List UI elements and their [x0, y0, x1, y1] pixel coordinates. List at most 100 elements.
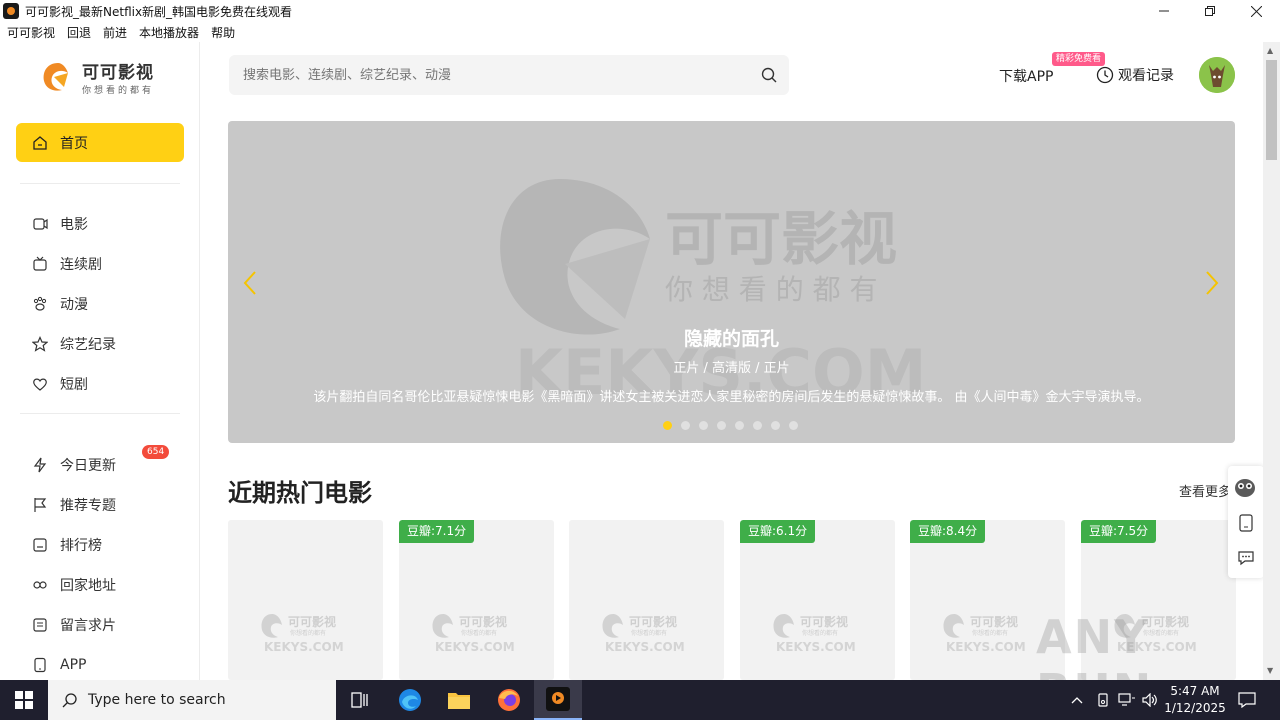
poster-placeholder: 可可影视你想看的都有 KEKYS.COM: [602, 614, 685, 654]
tray-volume-icon[interactable]: [1142, 680, 1158, 720]
banner-next-button[interactable]: [1204, 269, 1220, 304]
svg-text:可可影视: 可可影视: [288, 614, 336, 629]
explorer-taskbar-button[interactable]: [435, 680, 483, 720]
sidebar-item-label: 排行榜: [60, 538, 102, 554]
view-more-link[interactable]: 查看更多: [1179, 481, 1231, 500]
search-input[interactable]: [243, 65, 743, 85]
svg-text:KEKYS.COM: KEKYS.COM: [435, 640, 515, 654]
chat-icon[interactable]: [1237, 550, 1255, 566]
menu-item-local-player[interactable]: 本地播放器: [139, 24, 199, 41]
menu-item-help[interactable]: 帮助: [211, 24, 235, 41]
menu-item-forward[interactable]: 前进: [103, 24, 127, 41]
search-bar: [229, 55, 789, 95]
logo[interactable]: 可可影视 你想看的都有: [40, 58, 154, 96]
svg-text:你想看的都有: 你想看的都有: [461, 629, 497, 637]
tray-device-icon[interactable]: [1096, 680, 1110, 720]
task-view-button[interactable]: [336, 680, 384, 720]
banner-dot[interactable]: [663, 421, 672, 430]
tray-network-icon[interactable]: [1118, 680, 1136, 720]
sidebar-item-ranking[interactable]: 排行榜: [32, 534, 102, 556]
sidebar-item-topics[interactable]: 推荐专题: [32, 494, 116, 516]
sidebar-item-label: 连续剧: [60, 257, 102, 273]
logo-icon: [43, 63, 68, 91]
svg-text:你想看的都有: 你想看的都有: [802, 629, 838, 637]
sidebar-item-label: APP: [60, 657, 87, 673]
mascot-icon[interactable]: [1231, 474, 1259, 500]
divider: [20, 183, 180, 184]
sidebar-item-short-drama[interactable]: 短剧: [32, 373, 88, 395]
watch-history-link[interactable]: 观看记录: [1096, 65, 1174, 85]
scrollbar-thumb[interactable]: [1266, 60, 1277, 160]
taskbar-clock[interactable]: 5:47 AM 1/12/2025: [1162, 683, 1228, 717]
divider: [20, 413, 180, 414]
poster-placeholder: 可可影视你想看的都有 KEKYS.COM: [943, 614, 1026, 654]
banner-dot[interactable]: [735, 421, 744, 430]
close-button[interactable]: [1233, 0, 1279, 22]
hero-banner[interactable]: 可可影视 你 想 看 的 都 有 KEKYS.COM 隐藏的面孔 正片 / 高清…: [228, 121, 1235, 443]
start-button[interactable]: [0, 680, 48, 720]
banner-dot[interactable]: [789, 421, 798, 430]
banner-dot[interactable]: [771, 421, 780, 430]
sidebar-item-app[interactable]: APP: [32, 654, 86, 676]
edge-icon: [399, 689, 421, 711]
logo-name: 可可影视: [82, 63, 154, 83]
svg-text:你想看的都有: 你想看的都有: [972, 629, 1008, 637]
scrollbar[interactable]: ▲ ▼: [1263, 42, 1280, 680]
svg-text:你想看的都有: 你想看的都有: [290, 629, 326, 637]
minimize-icon: [1159, 10, 1169, 12]
network-icon: [1118, 693, 1135, 706]
sidebar-item-variety[interactable]: 综艺纪录: [32, 333, 116, 355]
sidebar-item-home-address[interactable]: 回家地址: [32, 574, 116, 596]
menu-item-back[interactable]: 回退: [67, 24, 91, 41]
sidebar-item-label: 留言求片: [60, 618, 116, 634]
banner-description: 该片翻拍自同名哥伦比亚悬疑惊悚电影《黑暗面》讲述女主被关进恋人家里秘密的房间后发…: [313, 390, 1150, 405]
sidebar-item-series[interactable]: 连续剧: [32, 253, 102, 275]
windows-icon: [15, 691, 33, 709]
phone-icon[interactable]: [1238, 514, 1254, 532]
movie-card[interactable]: 豆瓣:7.1分 可可影视 你想看的都有 KEKYS.COM: [399, 520, 554, 680]
svg-text:可可影视: 可可影视: [665, 205, 897, 273]
show-hidden-icons[interactable]: [1071, 680, 1083, 720]
sidebar-item-movie[interactable]: 电影: [32, 213, 88, 235]
clock-date: 1/12/2025: [1164, 701, 1226, 715]
sidebar-item-label: 推荐专题: [60, 498, 116, 514]
minimize-button[interactable]: [1141, 0, 1187, 22]
sidebar-item-home[interactable]: 首页: [16, 123, 184, 162]
banner-prev-button[interactable]: [242, 269, 258, 304]
ranking-icon: [32, 537, 48, 553]
banner-dot[interactable]: [699, 421, 708, 430]
kekys-taskbar-button[interactable]: [534, 680, 582, 720]
task-view-icon: [351, 692, 368, 708]
sidebar: 可可影视 你想看的都有 首页 电影 连续剧 动漫 综艺纪录 短剧 今日更新 65…: [0, 42, 200, 680]
notification-button[interactable]: [1238, 680, 1256, 720]
sidebar-item-request[interactable]: 留言求片: [32, 614, 116, 636]
chevron-up-icon: [1071, 697, 1083, 704]
taskbar-search[interactable]: Type here to search: [48, 680, 336, 720]
sidebar-item-today-update[interactable]: 今日更新: [32, 454, 116, 476]
movie-card[interactable]: 可可影视 你想看的都有 KEKYS.COM: [569, 520, 724, 680]
poster-placeholder: 可可影视你想看的都有 KEKYS.COM: [432, 614, 515, 654]
banner-dot[interactable]: [753, 421, 762, 430]
avatar[interactable]: [1199, 57, 1235, 93]
movie-icon: [32, 216, 48, 232]
title-bar: 可可影视_最新Netflix新剧_韩国电影免费在线观看: [0, 0, 1280, 22]
douban-score-badge: 豆瓣:7.1分: [399, 520, 475, 543]
banner-dot[interactable]: [681, 421, 690, 430]
menu-item-app[interactable]: 可可影视: [7, 24, 55, 41]
search-icon[interactable]: [761, 67, 777, 83]
sidebar-item-anime[interactable]: 动漫: [32, 293, 88, 315]
section-title: 近期热门电影: [228, 479, 372, 507]
scroll-up-icon[interactable]: ▲: [1267, 46, 1273, 55]
close-icon: [1250, 5, 1262, 17]
restore-button[interactable]: [1187, 0, 1233, 22]
movie-card[interactable]: 可可影视 你想看的都有 KEKYS.COM: [228, 520, 383, 680]
firefox-taskbar-button[interactable]: [485, 680, 533, 720]
edge-taskbar-button[interactable]: [386, 680, 434, 720]
search-icon: [62, 693, 77, 708]
download-app-link[interactable]: 下载APP: [999, 66, 1053, 86]
sidebar-item-label: 动漫: [60, 297, 88, 313]
watch-history-label: 观看记录: [1118, 68, 1174, 84]
movie-card[interactable]: 豆瓣:6.1分 可可影视 你想看的都有 KEKYS.COM: [740, 520, 895, 680]
banner-dot[interactable]: [717, 421, 726, 430]
taskbar: Type here to search 5:47 AM 1/12/2025: [0, 680, 1280, 720]
